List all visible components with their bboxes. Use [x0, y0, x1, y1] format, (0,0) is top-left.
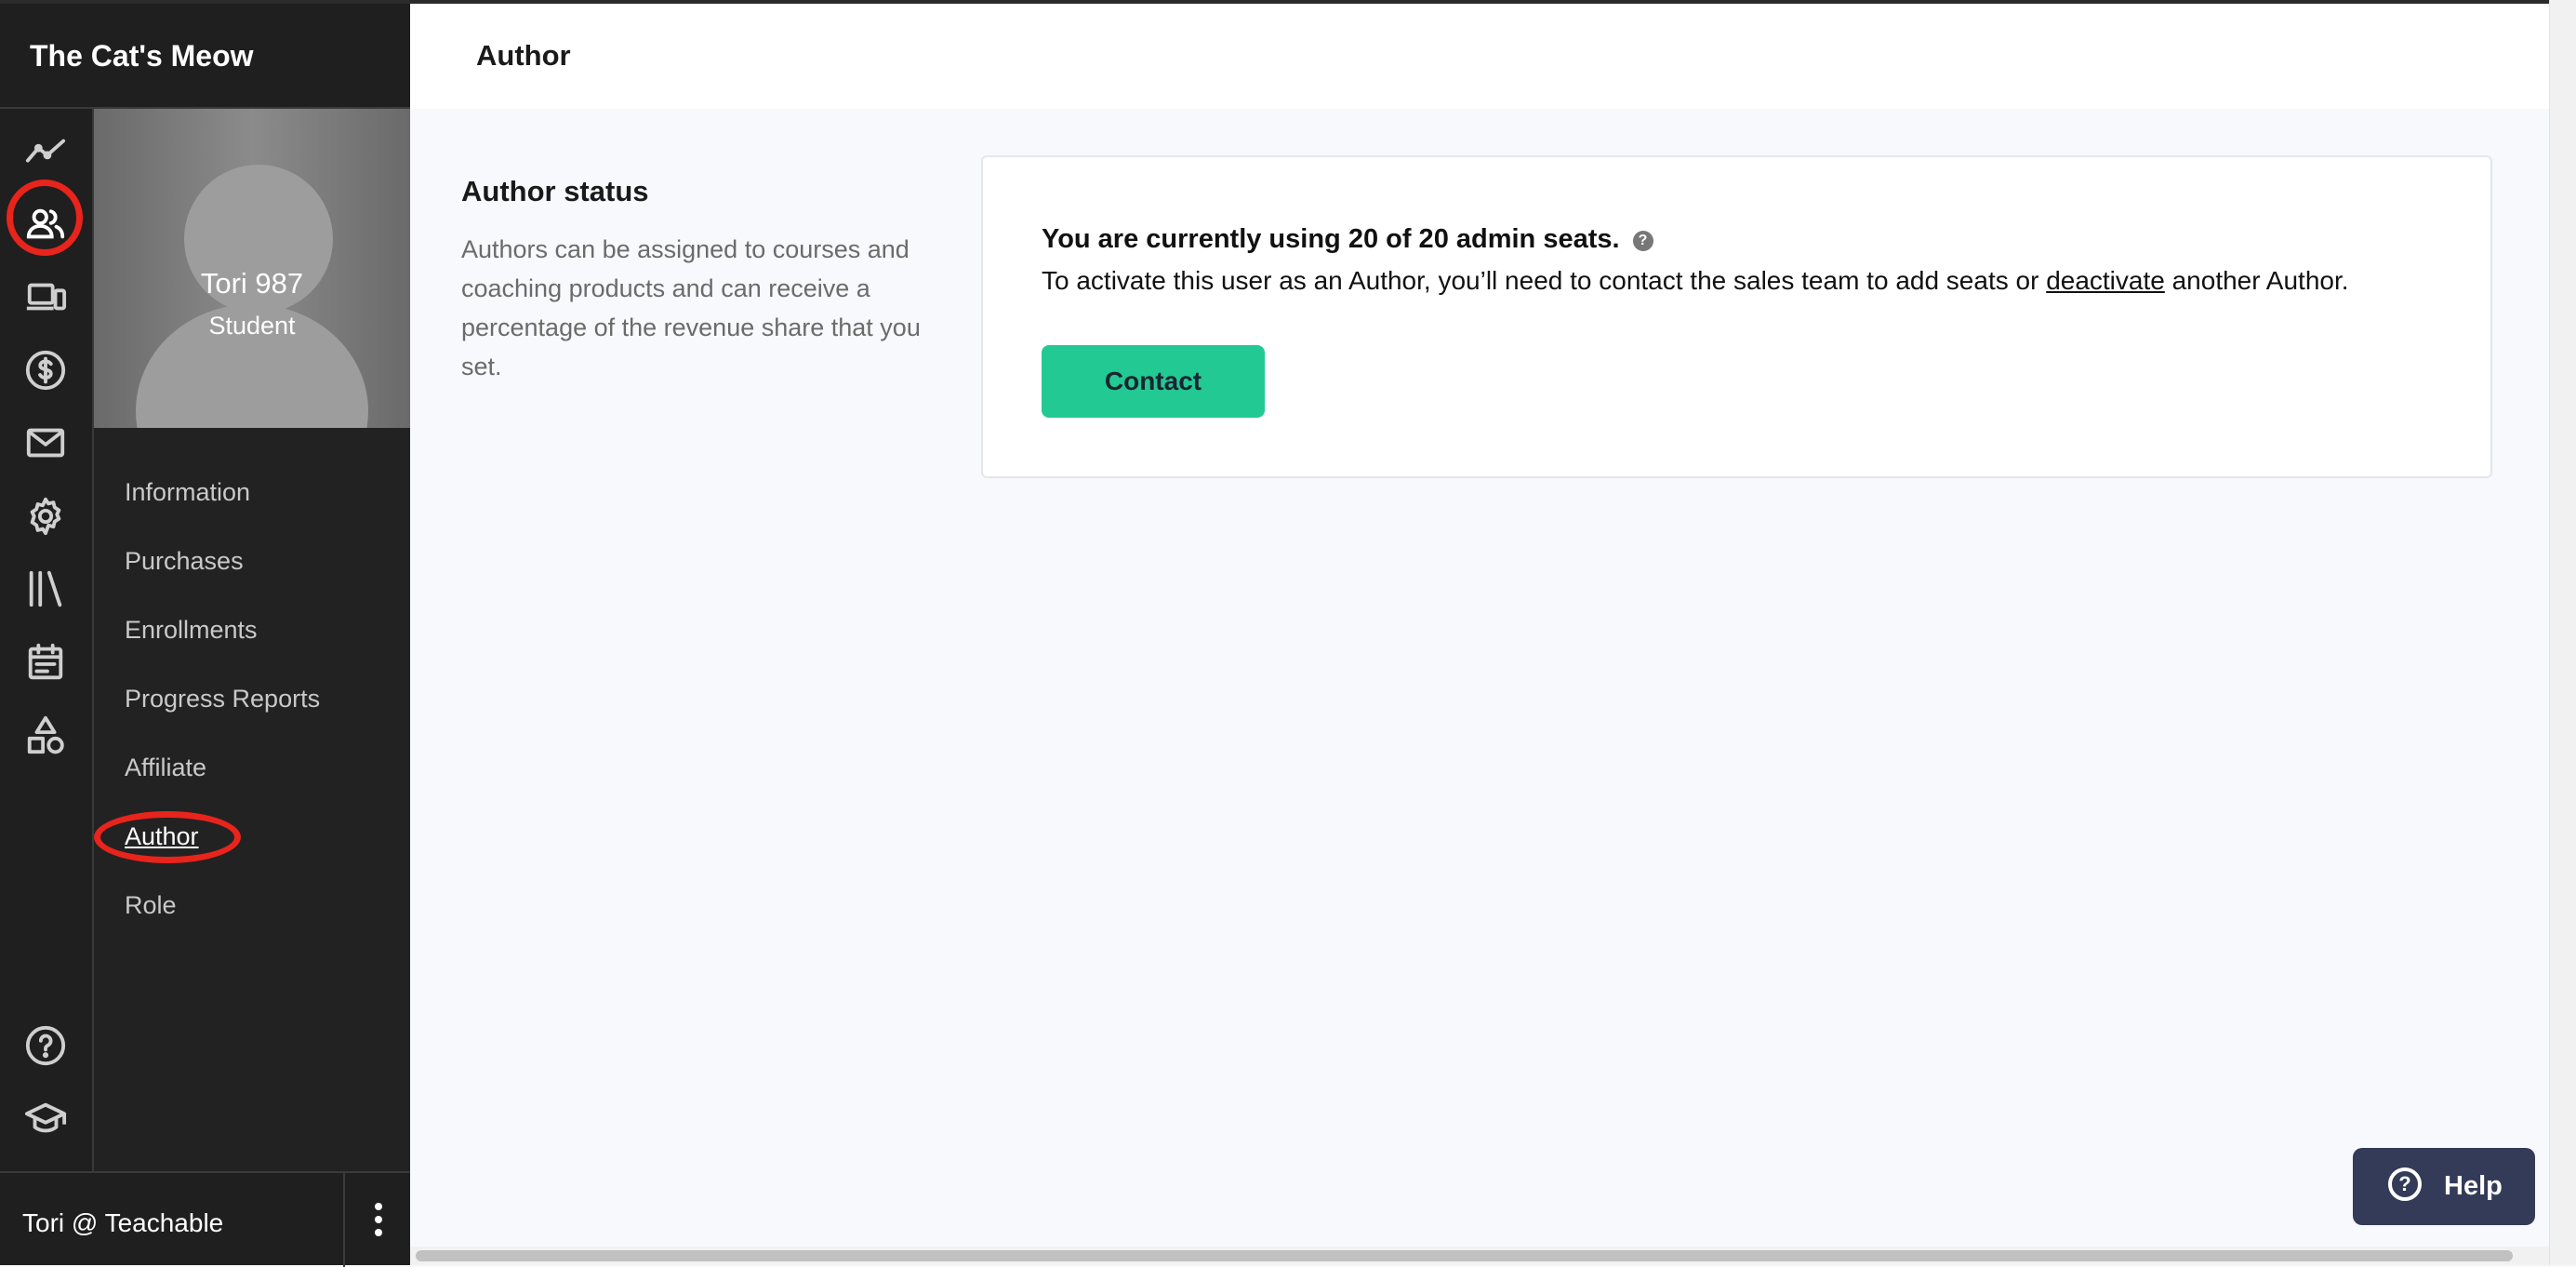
page-title: Author — [476, 39, 571, 72]
users-icon[interactable] — [24, 203, 67, 246]
subnav-item-progress-reports[interactable]: Progress Reports — [125, 685, 320, 714]
subnav-item-enrollments[interactable]: Enrollments — [125, 616, 258, 645]
page-header: Author — [410, 4, 2549, 109]
devices-icon[interactable] — [24, 276, 67, 319]
horizontal-scroll-thumb[interactable] — [416, 1250, 2513, 1261]
user-bar-divider — [343, 1173, 345, 1267]
school-name[interactable]: The Cat's Meow — [30, 39, 254, 73]
calendar-icon[interactable] — [24, 641, 67, 684]
subnav-item-role[interactable]: Role — [125, 891, 177, 920]
mail-icon[interactable] — [24, 421, 67, 464]
seats-help-icon[interactable]: ? — [1632, 231, 1653, 251]
subnav-item-information[interactable]: Information — [125, 478, 250, 507]
gear-icon[interactable] — [24, 495, 67, 538]
dollar-icon[interactable] — [24, 349, 67, 392]
deactivate-link[interactable]: deactivate — [2046, 266, 2165, 295]
user-bar: Tori @ Teachable — [0, 1171, 410, 1267]
subnav-item-purchases[interactable]: Purchases — [125, 547, 244, 576]
section-title: Author status — [461, 175, 649, 207]
activate-prefix: To activate this user as an Author, you’… — [1042, 266, 2047, 295]
author-status-card: You are currently using 20 of 20 admin s… — [981, 155, 2492, 478]
contact-button[interactable]: Contact — [1042, 345, 1265, 418]
profile-name: Tori 987 — [200, 267, 304, 300]
profile-role: Student — [208, 312, 296, 340]
subnav-item-author[interactable]: Author — [125, 822, 199, 851]
section-description: Authors can be assigned to courses and c… — [461, 235, 921, 380]
user-subnav: Tori 987 Student Information Purchases E… — [94, 109, 410, 1171]
more-options-icon[interactable] — [365, 1201, 392, 1238]
brand-header: The Cat's Meow — [0, 4, 410, 109]
profile-card: Tori 987 Student — [94, 109, 410, 428]
activate-message: To activate this user as an Author, you’… — [1042, 266, 2349, 296]
help-icon[interactable] — [24, 1024, 67, 1067]
help-widget-label: Help — [2444, 1171, 2503, 1201]
analytics-icon[interactable] — [24, 130, 67, 173]
icon-rail — [0, 109, 94, 1171]
seats-message: You are currently using 20 of 20 admin s… — [1042, 224, 1653, 255]
seats-text: You are currently using 20 of 20 admin s… — [1042, 224, 1620, 254]
help-widget-icon: ? — [2388, 1167, 2422, 1201]
vertical-scrollbar[interactable] — [2549, 0, 2576, 1265]
activate-suffix: another Author. — [2164, 266, 2349, 295]
graduation-cap-icon[interactable] — [24, 1097, 67, 1140]
help-widget-button[interactable]: ? Help — [2353, 1148, 2535, 1225]
library-icon[interactable] — [24, 567, 67, 610]
current-user-name[interactable]: Tori @ Teachable — [22, 1208, 223, 1238]
shapes-icon[interactable] — [24, 714, 67, 756]
subnav-item-affiliate[interactable]: Affiliate — [125, 754, 206, 782]
